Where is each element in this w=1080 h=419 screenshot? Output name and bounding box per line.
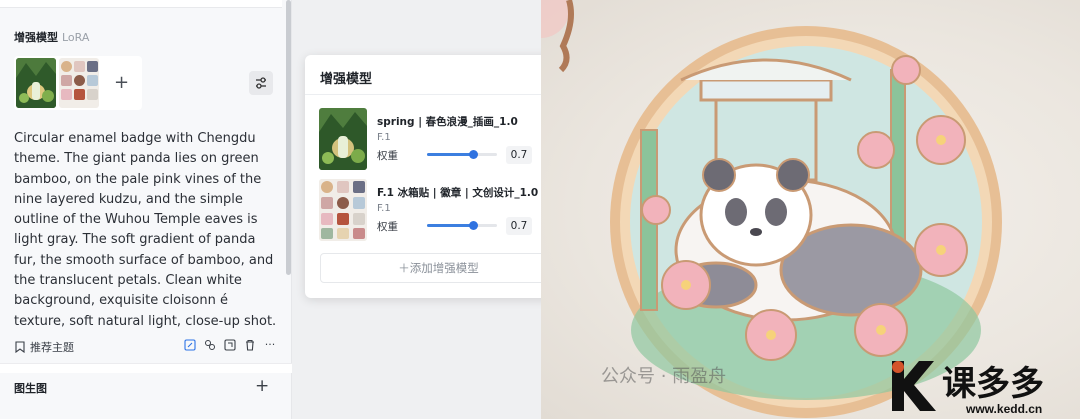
badge-sample-icon	[74, 89, 85, 100]
badge-sample-icon	[61, 89, 72, 100]
trash-icon[interactable]	[244, 339, 256, 351]
section-title-text: 增强模型	[14, 31, 58, 44]
watermark-logo: 课多多 www.kedd.cn	[886, 355, 1076, 417]
lora-settings-button[interactable]	[249, 71, 273, 95]
slider-knob[interactable]	[469, 221, 478, 230]
badge-sample-icon	[74, 75, 85, 86]
lora-thumbnail-badge[interactable]	[59, 58, 99, 108]
recommend-label: 推荐主题	[30, 341, 74, 354]
badge-collection-icon	[319, 179, 367, 241]
expand-icon[interactable]	[224, 339, 236, 351]
model-base: F.1	[377, 132, 391, 143]
model-thumbnail	[319, 108, 367, 170]
weight-value-input[interactable]: 0.7	[506, 217, 532, 235]
badge-sample-icon	[74, 61, 85, 72]
model-base: F.1	[377, 203, 391, 214]
lora-dialog: 增强模型 ✕ spring | 春色浪漫_插画_1.0 F.1 权重 0.7 —	[305, 55, 572, 298]
dialog-title: 增强模型	[320, 72, 373, 87]
dialog-divider	[305, 94, 572, 95]
translate-icon[interactable]	[204, 339, 216, 351]
model-name: spring | 春色浪漫_插画_1.0	[377, 116, 518, 128]
sliders-icon	[256, 77, 266, 89]
model-name: F.1 冰箱贴 | 徽章 | 文创设计_1.0	[377, 187, 539, 199]
edit-prompt-icon[interactable]	[184, 339, 196, 351]
lora-thumbnails: +	[14, 56, 142, 110]
weight-label: 权重	[377, 150, 398, 162]
forest-illustration-icon	[319, 108, 367, 170]
slider-fill	[427, 224, 473, 227]
generated-image[interactable]: 公众号 · 雨盈舟 课多多 www.kedd.cn	[541, 0, 1080, 419]
img2img-title[interactable]: 图生图	[14, 380, 47, 396]
img2img-add-button[interactable]: +	[255, 376, 269, 396]
watermark-text: 公众号 · 雨盈舟	[601, 366, 727, 387]
scrollbar[interactable]	[286, 0, 291, 275]
top-divider	[0, 0, 282, 8]
forest-illustration-icon	[16, 58, 56, 108]
weight-slider[interactable]	[427, 150, 497, 159]
bookmark-icon	[15, 341, 25, 353]
add-lora-button[interactable]: +	[114, 72, 129, 93]
section-subtitle: LoRA	[62, 31, 90, 44]
add-lora-model-button[interactable]: ＋添加增强模型	[320, 253, 557, 283]
kedd-logo: 课多多 www.kedd.cn	[892, 361, 1044, 416]
model-thumbnail	[319, 179, 367, 241]
recommend-theme-button[interactable]: 推荐主题	[14, 339, 74, 355]
left-panel: 增强模型 LoRA + Circular enamel badge with C…	[0, 0, 292, 419]
badge-sample-icon	[61, 61, 72, 72]
badge-sample-icon	[87, 75, 98, 86]
weight-slider[interactable]	[427, 221, 497, 230]
logo-url: www.kedd.cn	[965, 402, 1042, 416]
more-icon[interactable]: ···	[264, 339, 276, 351]
weight-label: 权重	[377, 221, 398, 233]
lora-section-title: 增强模型 LoRA	[14, 29, 89, 45]
prompt-toolbar: 推荐主题 ···	[14, 338, 280, 356]
slider-fill	[427, 153, 473, 156]
logo-text: 课多多	[942, 365, 1044, 403]
badge-sample-icon	[87, 89, 98, 100]
lora-thumbnail-spring[interactable]	[16, 58, 56, 108]
badge-sample-icon	[87, 61, 98, 72]
lora-model-row: spring | 春色浪漫_插画_1.0 F.1 权重 0.7 —	[319, 108, 559, 170]
badge-sample-icon	[61, 75, 72, 86]
section-divider	[0, 363, 292, 373]
slider-knob[interactable]	[469, 150, 478, 159]
weight-value-input[interactable]: 0.7	[506, 146, 532, 164]
prompt-text[interactable]: Circular enamel badge with Chengdu theme…	[14, 129, 280, 332]
lora-model-row: F.1 冰箱贴 | 徽章 | 文创设计_1.0 F.1 权重 0.7 —	[319, 179, 559, 241]
